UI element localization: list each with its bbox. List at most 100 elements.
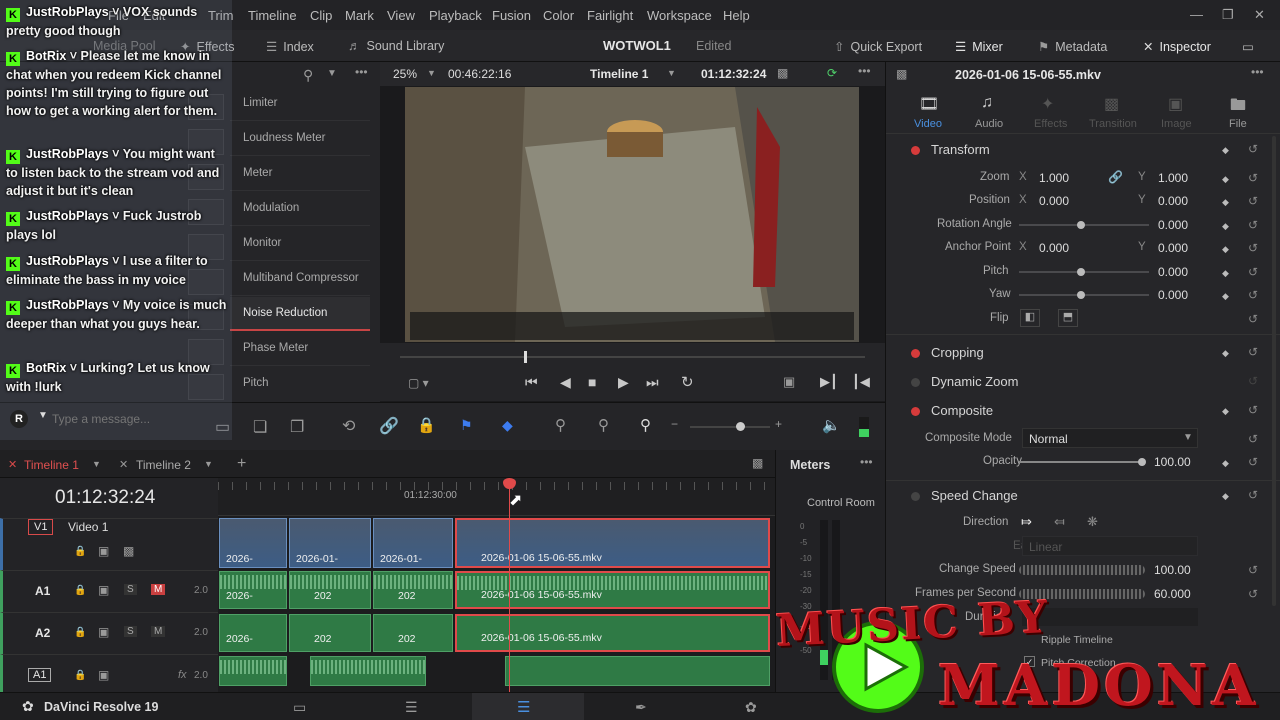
quick-export-button[interactable]: ⇧ Quick Export	[834, 39, 922, 54]
audio-clip[interactable]	[219, 656, 287, 686]
position-y-field[interactable]: 0.000	[1158, 194, 1188, 208]
inspector-scrollbar[interactable]	[1272, 136, 1276, 606]
chevron-down-icon[interactable]: ▼	[204, 459, 213, 469]
composite-section-title[interactable]: Composite	[931, 403, 993, 418]
close-tab-icon[interactable]: ✕	[119, 458, 128, 471]
audio-clip[interactable]: 202	[289, 614, 371, 652]
menu-timeline[interactable]: Timeline	[248, 8, 297, 23]
chevron-down-icon[interactable]: ▼	[92, 459, 101, 469]
keyframe-icon[interactable]: ◆	[1222, 458, 1229, 469]
change-speed-field[interactable]: 100.00	[1154, 563, 1191, 577]
auto-select-icon[interactable]: ▣	[98, 544, 109, 558]
keyframe-icon[interactable]: ◆	[1222, 174, 1229, 185]
menu-fairlight[interactable]: Fairlight	[587, 8, 633, 23]
chevron-down-icon[interactable]: ▼	[38, 410, 48, 421]
opacity-slider-knob[interactable]	[1138, 458, 1146, 466]
menu-workspace[interactable]: Workspace	[647, 8, 712, 23]
play-icon[interactable]: ▶	[618, 374, 629, 391]
audio-clip-selected[interactable]: 2026-01-06 15-06-55.mkv	[455, 614, 770, 652]
reset-icon[interactable]: ↺	[1248, 374, 1258, 388]
layout-icon[interactable]: ▩	[752, 456, 763, 470]
yaw-field[interactable]: 0.000	[1158, 288, 1188, 302]
chevron-down-icon[interactable]: ▼	[327, 68, 337, 79]
composite-mode-dropdown[interactable]: Normal ▼	[1022, 428, 1198, 448]
track-id-a2[interactable]: A2	[35, 626, 50, 640]
pitch-slider-knob[interactable]	[1077, 268, 1085, 276]
menu-color[interactable]: Color	[543, 8, 574, 23]
fullscreen-icon[interactable]: ▭	[1242, 39, 1254, 54]
audio-clip[interactable]: 2026-	[219, 571, 287, 609]
cropping-enable-toggle[interactable]	[911, 349, 920, 358]
more-options-icon[interactable]: •••	[858, 64, 871, 78]
menu-help[interactable]: Help	[723, 8, 750, 23]
chevron-down-icon[interactable]: ▼	[427, 68, 436, 78]
reset-icon[interactable]: ↺	[1248, 455, 1258, 469]
reset-icon[interactable]: ↺	[1248, 312, 1258, 326]
fx-item-modulation[interactable]: Modulation	[230, 192, 370, 226]
track-id-v1[interactable]: V1	[28, 519, 54, 535]
audio-clip[interactable]: 202	[373, 614, 453, 652]
video-clip-selected[interactable]: 2026-01-06 15-06-55.mkv	[455, 518, 770, 568]
minimize-icon[interactable]: —	[1190, 7, 1203, 22]
tab-image[interactable]: Image	[1161, 118, 1192, 130]
zoom-out-icon[interactable]: −	[671, 417, 678, 431]
video-clip[interactable]: 2026-01-	[289, 518, 371, 568]
cropping-section-title[interactable]: Cropping	[931, 345, 984, 360]
lock-icon[interactable]: 🔒	[74, 627, 86, 638]
match-frame-icon[interactable]: ▣	[783, 374, 795, 390]
next-edit-icon[interactable]: ▶┃	[820, 374, 838, 390]
volume-icon[interactable]: 🔈	[822, 416, 841, 434]
tab-audio[interactable]: Audio	[975, 118, 1003, 130]
dynamic-zoom-enable-toggle[interactable]	[911, 378, 920, 387]
reset-icon[interactable]: ↺	[1248, 142, 1258, 156]
keyframe-icon[interactable]: ◆	[1222, 268, 1229, 279]
direction-forward-icon[interactable]: ⤇	[1021, 514, 1032, 530]
scrubber-playhead[interactable]	[524, 351, 527, 363]
jump-to-start-icon[interactable]: ⏮	[525, 374, 538, 391]
track-id-a1[interactable]: A1	[35, 584, 50, 598]
reset-icon[interactable]: ↺	[1248, 488, 1258, 502]
media-page-icon[interactable]: ▭	[293, 699, 306, 716]
audio-clip[interactable]	[505, 656, 770, 686]
reset-icon[interactable]: ↺	[1248, 241, 1258, 255]
anchor-y-field[interactable]: 0.000	[1158, 241, 1188, 255]
menu-playback[interactable]: Playback	[429, 8, 482, 23]
opacity-slider[interactable]	[1019, 461, 1145, 463]
fx-item-limiter[interactable]: Limiter	[230, 87, 370, 121]
timeline-zoom-knob[interactable]	[736, 422, 745, 431]
add-tab-icon[interactable]: +	[237, 455, 246, 473]
reset-icon[interactable]: ↺	[1248, 265, 1258, 279]
marker-icon[interactable]: ◆	[502, 417, 513, 434]
position-x-field[interactable]: 0.000	[1039, 194, 1069, 208]
zoom-x-field[interactable]: 1.000	[1039, 171, 1069, 185]
color-page-icon[interactable]: ✿	[745, 699, 757, 716]
zoom-in-icon[interactable]: +	[775, 417, 782, 431]
tab-timeline-2[interactable]: Timeline 2	[136, 458, 191, 472]
audio-clip[interactable]: 202	[373, 571, 453, 609]
overwrite-clip-icon[interactable]: ❏	[253, 417, 267, 437]
more-options-icon[interactable]: •••	[860, 455, 873, 469]
lock-icon[interactable]: 🔒	[74, 585, 86, 596]
keyframe-icon[interactable]: ◆	[1222, 491, 1229, 502]
direction-reverse-icon[interactable]: ⤆	[1054, 514, 1065, 530]
tab-timeline-1[interactable]: Timeline 1	[24, 458, 79, 472]
audio-clip[interactable]	[310, 656, 426, 686]
zoom-custom-icon[interactable]: ⚲	[640, 416, 651, 434]
prev-edit-icon[interactable]: ┃◀	[852, 374, 870, 390]
transform-section-title[interactable]: Transform	[931, 142, 990, 157]
mute-button[interactable]: M	[151, 584, 166, 595]
transform-enable-toggle[interactable]	[911, 146, 920, 155]
index-button[interactable]: ☰ Index	[266, 39, 314, 54]
fx-item-loudness-meter[interactable]: Loudness Meter	[230, 122, 370, 156]
opacity-field[interactable]: 100.00	[1154, 455, 1191, 469]
fusion-page-icon[interactable]: ✒	[635, 699, 647, 716]
keyframe-icon[interactable]: ◆	[1222, 406, 1229, 417]
solo-button[interactable]: S	[124, 626, 137, 637]
track-video-icon[interactable]: ▩	[123, 544, 134, 558]
clip-settings-icon[interactable]: ▩	[777, 66, 788, 80]
link-icon[interactable]: 🔗	[379, 416, 399, 436]
viewer-options-icon[interactable]: ▢ ▾	[408, 376, 429, 390]
video-clip[interactable]: 2026-	[219, 518, 287, 568]
sound-library-button[interactable]: ♬ Sound Library	[348, 39, 444, 53]
reset-icon[interactable]: ↺	[1248, 432, 1258, 446]
